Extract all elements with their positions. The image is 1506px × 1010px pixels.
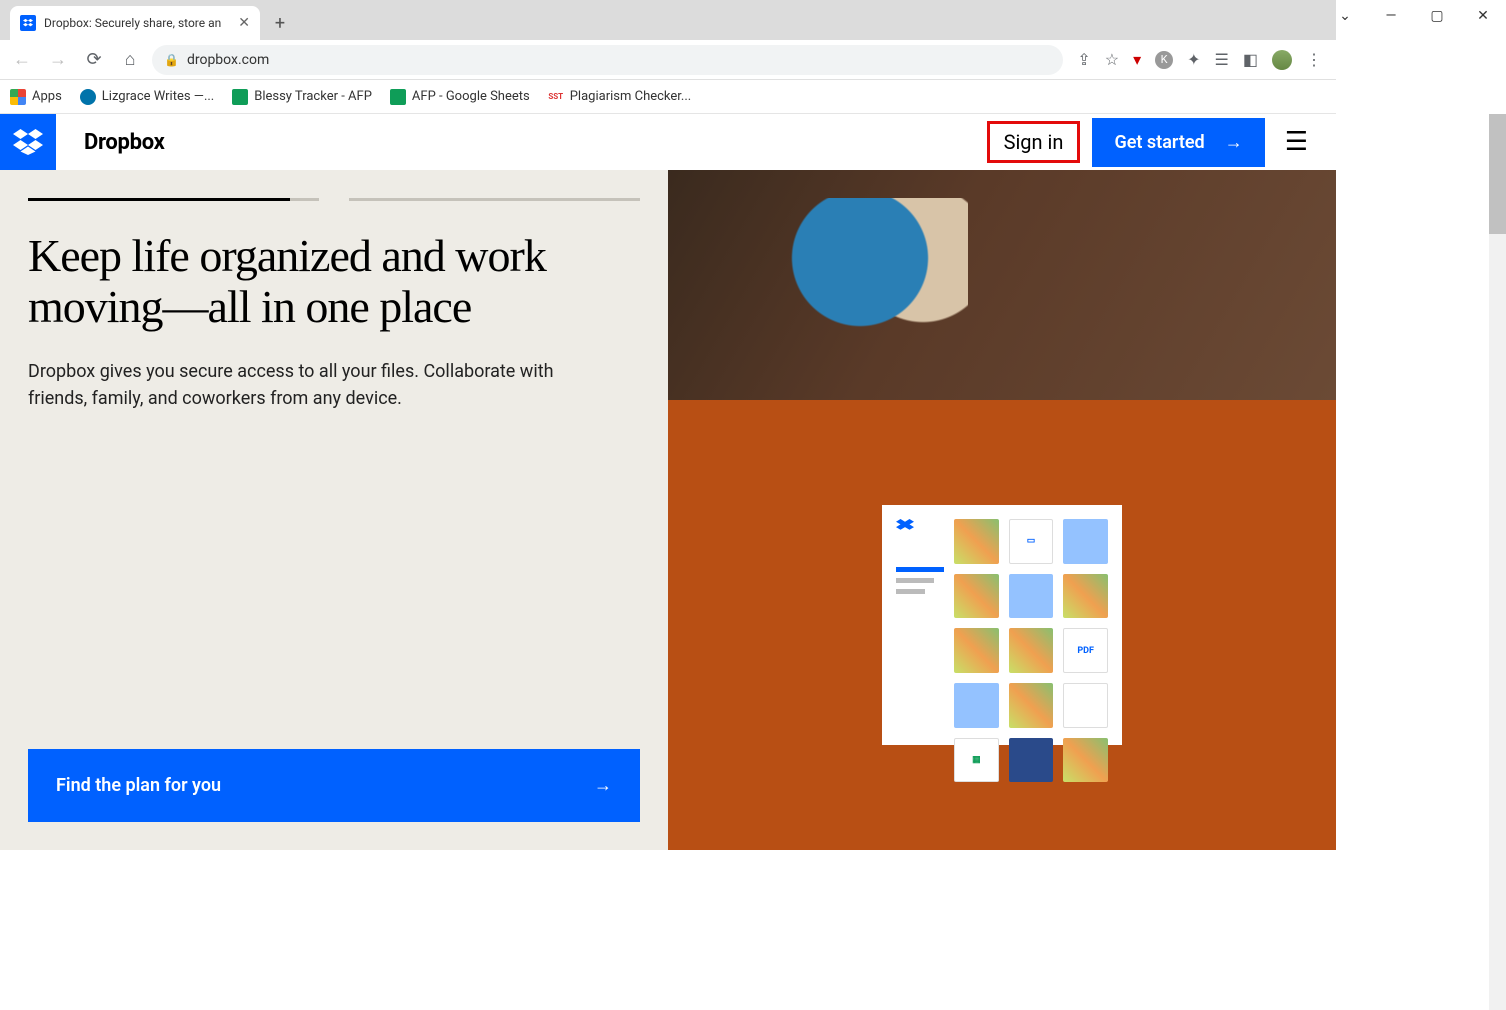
files-preview-card: ▭ PDF ▦: [882, 505, 1122, 745]
forward-button[interactable]: →: [44, 46, 72, 74]
file-thumbnail: [954, 628, 999, 673]
file-thumbnail: [1009, 683, 1054, 728]
bookmark-afp-sheets[interactable]: AFP - Google Sheets: [390, 89, 530, 105]
toolbar-icons: ⇪ ☆ ▾ K ✦ ☰ ◧ ⋮: [1071, 50, 1328, 70]
bookmark-star-icon[interactable]: ☆: [1105, 50, 1119, 69]
hero-right: ▭ PDF ▦: [668, 170, 1336, 850]
extension-k-icon[interactable]: K: [1155, 51, 1173, 69]
new-tab-button[interactable]: +: [266, 9, 294, 37]
file-thumbnail: [1063, 574, 1108, 619]
hero-photo: [668, 170, 1336, 400]
arrow-right-icon: →: [1225, 132, 1243, 153]
hero-subtitle: Dropbox gives you secure access to all y…: [28, 358, 588, 412]
vertical-scrollbar[interactable]: [1489, 114, 1506, 1010]
carousel-tab-1[interactable]: [28, 198, 319, 201]
hero-orange-panel: ▭ PDF ▦: [668, 400, 1336, 850]
page-content: Dropbox Sign in Get started → ☰ Keep lif…: [0, 114, 1336, 1010]
reload-button[interactable]: ⟳: [80, 46, 108, 74]
file-xls-icon: ▦: [954, 738, 999, 783]
hamburger-menu-icon[interactable]: ☰: [1277, 127, 1316, 157]
bookmark-plagiarism[interactable]: SST Plagiarism Checker...: [548, 89, 691, 105]
wordpress-icon: [80, 89, 96, 105]
file-thumbnail: [1009, 628, 1054, 673]
folder-icon: [1009, 574, 1054, 619]
side-panel-icon[interactable]: ◧: [1243, 50, 1258, 69]
minimize-button[interactable]: —: [1368, 0, 1414, 32]
bookmark-blessy-tracker[interactable]: Blessy Tracker - AFP: [232, 89, 372, 105]
apps-icon: [10, 89, 26, 105]
folder-icon: [1063, 519, 1108, 564]
get-started-button[interactable]: Get started →: [1092, 118, 1264, 167]
folder-icon: [954, 683, 999, 728]
dropbox-favicon-icon: [20, 15, 36, 31]
chevron-down-icon[interactable]: ⌄: [1322, 0, 1368, 32]
url-text: dropbox.com: [187, 52, 269, 68]
bookmark-apps[interactable]: Apps: [10, 89, 62, 105]
address-bar-row: ← → ⟳ ⌂ 🔒 dropbox.com ⇪ ☆ ▾ K ✦ ☰ ◧ ⋮: [0, 40, 1336, 80]
bookmarks-bar: Apps Lizgrace Writes —... Blessy Tracker…: [0, 80, 1336, 114]
files-sidebar: [896, 519, 944, 731]
sign-in-button[interactable]: Sign in: [987, 121, 1081, 163]
arrow-right-icon: →: [594, 775, 612, 796]
share-icon[interactable]: ⇪: [1077, 50, 1090, 69]
dropbox-logo-icon[interactable]: [0, 114, 56, 170]
brand-name[interactable]: Dropbox: [84, 130, 164, 155]
tab-title: Dropbox: Securely share, store an: [44, 16, 230, 30]
site-header: Dropbox Sign in Get started → ☰: [0, 114, 1336, 170]
sidebar-lines: [896, 567, 944, 594]
window-controls: ⌄ — ▢ ✕: [1322, 0, 1506, 32]
files-grid: ▭ PDF ▦: [954, 519, 1108, 731]
mcafee-icon[interactable]: ▾: [1133, 50, 1141, 69]
file-pdf-icon: PDF: [1063, 628, 1108, 673]
sst-icon: SST: [548, 89, 564, 105]
carousel-progress: [28, 198, 640, 201]
reading-list-icon[interactable]: ☰: [1215, 50, 1229, 69]
carousel-tab-2[interactable]: [349, 198, 640, 201]
file-thumbnail: [954, 574, 999, 619]
maximize-button[interactable]: ▢: [1414, 0, 1460, 32]
file-doc-icon: ▭: [1009, 519, 1054, 564]
hero-section: Keep life organized and work moving—all …: [0, 170, 1336, 850]
find-plan-button[interactable]: Find the plan for you →: [28, 749, 640, 822]
lock-icon: 🔒: [164, 53, 179, 67]
scrollbar-thumb[interactable]: [1489, 114, 1506, 234]
tab-close-icon[interactable]: ✕: [238, 15, 250, 31]
hero-title: Keep life organized and work moving—all …: [28, 231, 640, 332]
tab-bar: Dropbox: Securely share, store an ✕ +: [0, 0, 1336, 40]
file-thumbnail: [1009, 738, 1054, 783]
home-button[interactable]: ⌂: [116, 46, 144, 74]
sheets-icon: [390, 89, 406, 105]
browser-tab[interactable]: Dropbox: Securely share, store an ✕: [10, 6, 260, 40]
profile-avatar-icon[interactable]: [1272, 50, 1292, 70]
close-window-button[interactable]: ✕: [1460, 0, 1506, 32]
back-button[interactable]: ←: [8, 46, 36, 74]
file-thumbnail: [954, 519, 999, 564]
sheets-icon: [232, 89, 248, 105]
address-bar[interactable]: 🔒 dropbox.com: [152, 45, 1063, 75]
file-doc-icon: [1063, 683, 1108, 728]
hero-left: Keep life organized and work moving—all …: [0, 170, 668, 850]
dropbox-mini-icon: [896, 519, 914, 537]
extensions-icon[interactable]: ✦: [1187, 50, 1200, 69]
chrome-menu-icon[interactable]: ⋮: [1306, 50, 1322, 69]
file-thumbnail: [1063, 738, 1108, 783]
browser-chrome: ⌄ — ▢ ✕ Dropbox: Securely share, store a…: [0, 0, 1336, 114]
bookmark-lizgrace[interactable]: Lizgrace Writes —...: [80, 89, 214, 105]
